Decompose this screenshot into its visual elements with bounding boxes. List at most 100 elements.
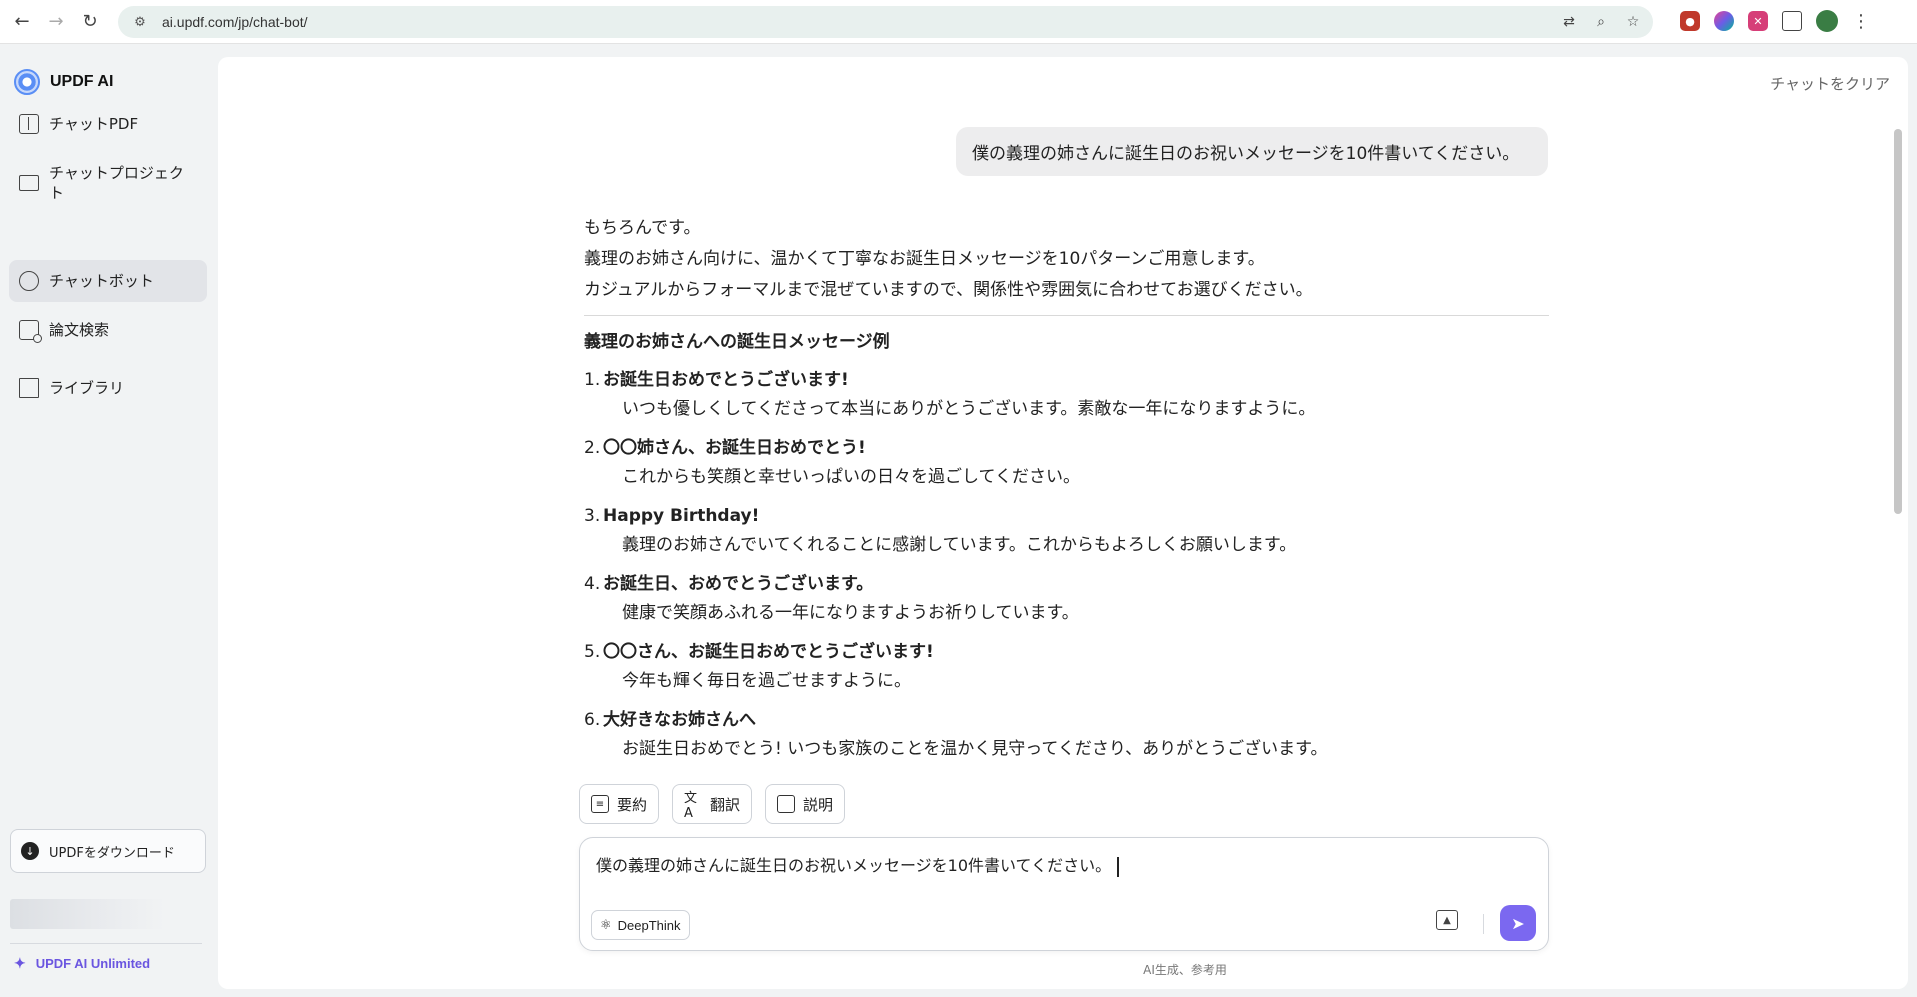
chatbot-icon — [19, 271, 39, 291]
list-item-desc: お誕生日おめでとう! いつも家族のことを温かく見守ってくださり、ありがとうござい… — [622, 739, 1328, 759]
message-input-value: 僕の義理の姉さんに誕生日のお祝いメッセージを10件書いてください。 — [596, 856, 1112, 875]
list-item-number: 6. — [584, 710, 601, 730]
clear-chat-button[interactable]: チャットをクリア — [1770, 73, 1890, 94]
list-item-desc: 義理のお姉さんでいてくれることに感謝しています。これからもよろしくお願いします。 — [622, 535, 1297, 555]
forward-icon[interactable]: → — [42, 8, 70, 36]
reload-icon[interactable]: ↻ — [76, 8, 104, 36]
send-button[interactable]: ➤ — [1500, 905, 1536, 941]
brand[interactable]: UPDF AI — [14, 69, 113, 95]
list-item-title: Happy Birthday! — [603, 506, 760, 526]
download-label: UPDFをダウンロード — [49, 845, 175, 861]
explain-button[interactable]: 説明 — [765, 784, 846, 824]
list-item-desc: これからも笑顔と幸せいっぱいの日々を過ごしてください。 — [622, 467, 1080, 487]
user-message-bubble: 僕の義理の姉さんに誕生日のお祝いメッセージを10件書いてください。 — [956, 127, 1548, 176]
list-item-number: 3. — [584, 506, 601, 526]
extension-pink-icon[interactable]: ✕ — [1748, 11, 1768, 31]
answer-intro-line: もちろんです。 — [584, 218, 701, 238]
book-icon — [19, 114, 39, 134]
library-icon — [19, 378, 39, 398]
sidebar-item-label: チャットボット — [49, 272, 154, 290]
deepthink-toggle[interactable]: ⚛ DeepThink — [591, 910, 690, 940]
list-item: 5. 〇〇さん、お誕生日おめでとうございます! 今年も輝く毎日を過ごせますように。 — [584, 638, 1549, 696]
sidebar-item-paper-search[interactable]: 論文検索 — [9, 309, 207, 351]
chat-panel: チャットをクリア 僕の義理の姉さんに誕生日のお祝いメッセージを10件書いてくださ… — [218, 57, 1908, 989]
ai-disclaimer: AI生成、参考用 — [1143, 963, 1227, 977]
translate-icon: 文A — [684, 791, 698, 821]
list-item-desc: いつも優しくしてくださって本当にありがとうございます。素敵な一年になりますように… — [622, 399, 1316, 419]
text-caret — [1117, 856, 1119, 877]
sidebar-item-chat-bot[interactable]: チャットボット — [9, 260, 207, 302]
extension-colorful-icon[interactable] — [1714, 11, 1734, 31]
unlimited-upgrade-link[interactable]: ✦ UPDF AI Unlimited — [14, 955, 150, 972]
sidebar-item-library[interactable]: ライブラリ — [9, 367, 207, 409]
translate-button[interactable]: 文A 翻訳 — [672, 784, 753, 824]
summary-button[interactable]: ≡ 要約 — [579, 784, 660, 824]
address-bar[interactable]: ⚙ ai.updf.com/jp/chat-bot/ ⇄ ⌕ ☆ — [118, 6, 1653, 38]
assistant-message: もちろんです。 義理のお姉さん向けに、温かくて丁寧なお誕生日メッセージを10パタ… — [584, 213, 1549, 764]
sidebar: UPDF AI チャットPDF チャットプロジェクト チャットボット 論文検索 … — [0, 45, 218, 997]
zoom-icon[interactable]: ⌕ — [1591, 12, 1611, 32]
brand-name: UPDF AI — [50, 73, 114, 90]
list-item-title: 大好きなお姉さんへ — [603, 710, 756, 730]
sidebar-divider — [10, 943, 202, 944]
message-composer[interactable]: 僕の義理の姉さんに誕生日のお祝いメッセージを10件書いてください。 ⚛ Deep… — [579, 837, 1549, 951]
sidebar-item-label: チャットPDF — [49, 115, 139, 133]
bookmark-star-icon[interactable]: ☆ — [1623, 12, 1643, 32]
updf-logo-icon — [14, 69, 40, 95]
url-text[interactable]: ai.updf.com/jp/chat-bot/ — [162, 14, 308, 30]
translate-icon[interactable]: ⇄ — [1559, 12, 1579, 32]
sidebar-item-chat-project[interactable]: チャットプロジェクト — [9, 151, 207, 215]
list-item-title: 〇〇姉さん、お誕生日おめでとう! — [603, 438, 866, 458]
chat-scrollbar[interactable] — [1894, 129, 1902, 514]
message-input[interactable]: 僕の義理の姉さんに誕生日のお祝いメッセージを10件書いてください。 — [596, 852, 1119, 877]
profile-avatar[interactable] — [1816, 10, 1838, 32]
book-open-icon — [777, 795, 796, 813]
list-item: 2. 〇〇姉さん、お誕生日おめでとう! これからも笑顔と幸せいっぱいの日々を過ごし… — [584, 434, 1549, 492]
list-item: 6. 大好きなお姉さんへ お誕生日おめでとう! いつも家族のことを温かく見守ってく… — [584, 706, 1549, 764]
deepthink-label: DeepThink — [617, 917, 681, 933]
summary-icon: ≡ — [591, 795, 609, 813]
back-icon[interactable]: ← — [8, 8, 36, 36]
extension-red-icon[interactable]: ● — [1680, 11, 1700, 31]
list-item-number: 1. — [584, 370, 601, 390]
explain-label: 説明 — [803, 795, 834, 814]
list-item-desc: 今年も輝く毎日を過ごせますように。 — [622, 671, 911, 691]
answer-intro-line: 義理のお姉さん向けに、温かくて丁寧なお誕生日メッセージを10パターンご用意します… — [584, 249, 1265, 269]
list-item-title: お誕生日、おめでとうございます。 — [603, 574, 874, 594]
extensions-puzzle-icon[interactable] — [1782, 11, 1802, 31]
sidebar-item-chat-pdf[interactable]: チャットPDF — [9, 103, 207, 145]
summary-label: 要約 — [617, 795, 648, 814]
user-account-blurred[interactable] — [10, 899, 165, 929]
folder-icon — [19, 175, 39, 191]
translate-label: 翻訳 — [710, 795, 741, 814]
download-icon: ↓ — [21, 842, 39, 860]
image-upload-icon[interactable]: ▲ — [1436, 910, 1458, 930]
browser-toolbar: ← → ↻ ⚙ ai.updf.com/jp/chat-bot/ ⇄ ⌕ ☆ ●… — [0, 0, 1917, 44]
unlimited-label: UPDF AI Unlimited — [35, 956, 151, 971]
sidebar-item-label: 論文検索 — [49, 321, 110, 339]
list-item-title: 〇〇さん、お誕生日おめでとうございます! — [603, 642, 934, 662]
list-item: 3. Happy Birthday! 義理のお姉さんでいてくれることに感謝していま… — [584, 502, 1549, 560]
list-item-desc: 健康で笑顔あふれる一年になりますようお祈りしています。 — [622, 603, 1079, 623]
user-message-text: 僕の義理の姉さんに誕生日のお祝いメッセージを10件書いてください。 — [972, 144, 1520, 164]
sidebar-item-label: ライブラリ — [49, 379, 125, 397]
quick-actions: ≡ 要約 文A 翻訳 説明 — [579, 784, 846, 824]
send-icon: ➤ — [1511, 913, 1525, 933]
download-updf-button[interactable]: ↓ UPDFをダウンロード — [10, 829, 206, 873]
atom-icon: ⚛ — [600, 917, 612, 932]
list-item: 1. お誕生日おめでとうございます! いつも優しくしてくださって本当にありがとうご… — [584, 366, 1549, 424]
site-info-icon[interactable]: ⚙ — [130, 12, 150, 32]
list-item-title: お誕生日おめでとうございます! — [603, 370, 849, 390]
sparkle-icon: ✦ — [14, 955, 26, 971]
answer-divider — [584, 315, 1549, 316]
answer-intro-line: カジュアルからフォーマルまで混ぜていますので、関係性や雰囲気に合わせてお選びくだ… — [584, 280, 1313, 300]
list-item-number: 4. — [584, 574, 601, 594]
composer-divider — [1483, 914, 1484, 934]
sidebar-item-label: チャットプロジェクト — [49, 164, 184, 202]
list-item-number: 2. — [584, 438, 601, 458]
list-item: 4. お誕生日、おめでとうございます。 健康で笑顔あふれる一年になりますようお祈り… — [584, 570, 1549, 628]
browser-menu-icon[interactable]: ⋮ — [1852, 11, 1870, 32]
answer-heading: 義理のお姉さんへの誕生日メッセージ例 — [584, 332, 890, 352]
list-item-number: 5. — [584, 642, 601, 662]
document-search-icon — [19, 320, 42, 343]
